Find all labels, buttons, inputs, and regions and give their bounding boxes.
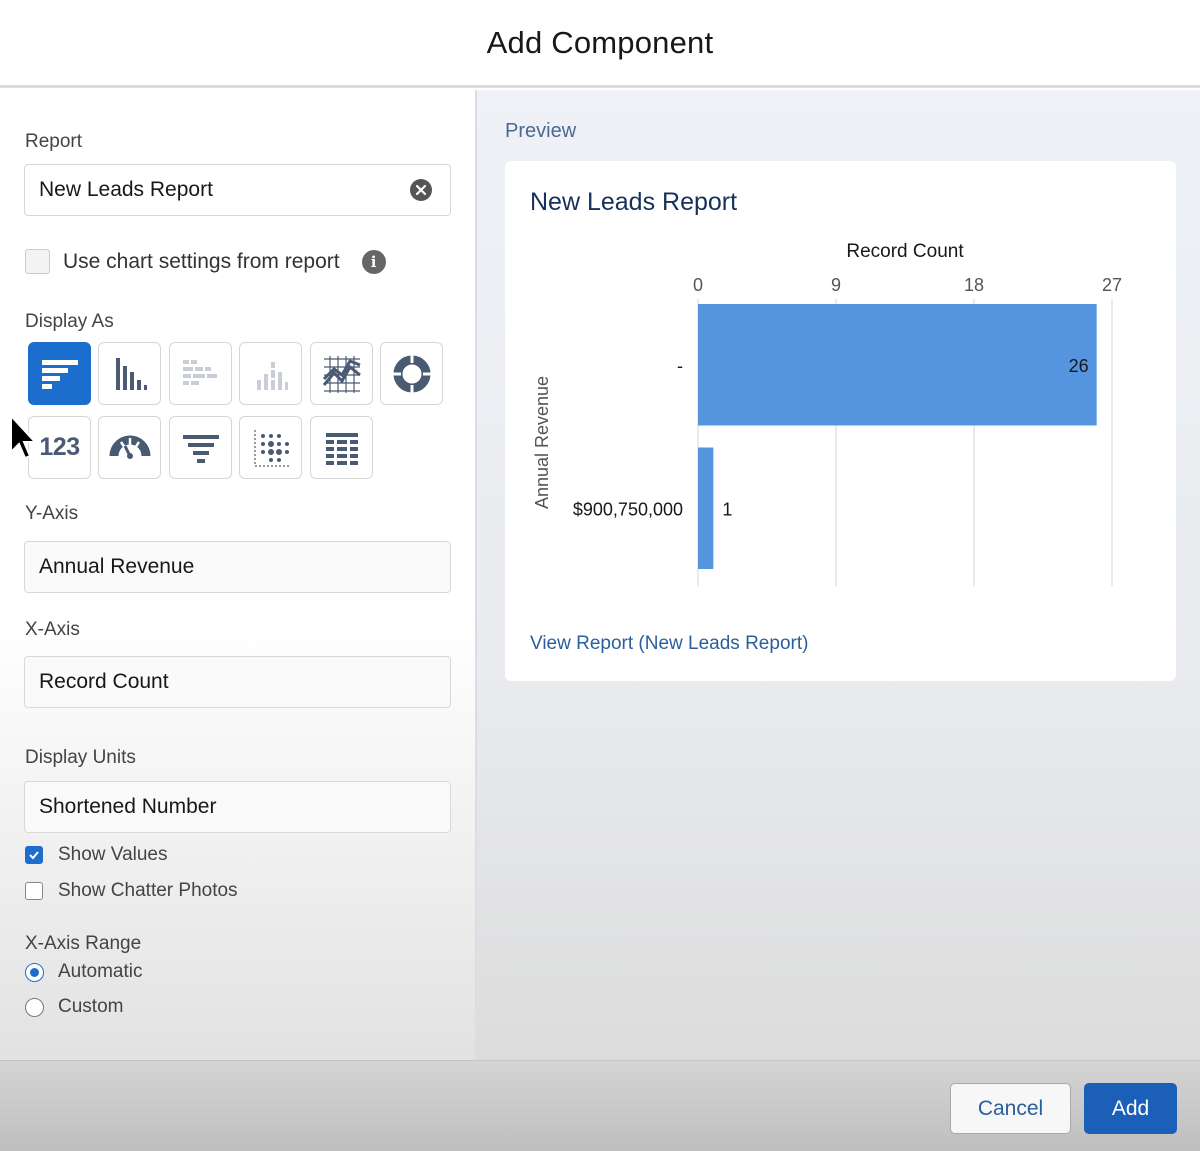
line-chart-button[interactable]: [310, 342, 373, 405]
show-chatter-photos-label: Show Chatter Photos: [58, 880, 238, 901]
info-icon[interactable]: i: [361, 249, 386, 274]
donut-chart-icon: [392, 354, 431, 393]
use-chart-settings-label: Use chart settings from report: [63, 249, 340, 273]
scatter-plot-button[interactable]: [239, 416, 302, 479]
report-label: Report: [25, 131, 83, 152]
range-automatic-row: Automatic: [25, 961, 142, 983]
table-icon: [325, 432, 358, 465]
horizontal-bar-chart-icon: [41, 359, 78, 389]
view-report-link[interactable]: View Report (New Leads Report): [530, 633, 808, 655]
x-tick-label: 9: [831, 275, 841, 295]
x-axis-title: Record Count: [846, 241, 964, 262]
x-axis-value: Record Count: [39, 670, 169, 693]
horizontal-bar-chart-button[interactable]: [28, 342, 91, 405]
use-chart-settings-checkbox[interactable]: [25, 249, 50, 274]
modal-footer: Cancel Add: [0, 1060, 1200, 1151]
range-custom-label: Custom: [58, 996, 124, 1017]
y-axis-label: Y-Axis: [25, 503, 79, 524]
bar: [698, 304, 1097, 426]
modal-header: Add Component: [0, 0, 1200, 88]
chart-title: New Leads Report: [530, 188, 738, 216]
stacked-vertical-bar-button[interactable]: [239, 342, 302, 405]
range-automatic-radio[interactable]: [25, 962, 44, 982]
show-values-checkbox[interactable]: [25, 846, 43, 864]
display-units-value: Shortened Number: [39, 795, 217, 818]
y-axis-title: Annual Revenue: [532, 376, 552, 509]
metric-icon: 123: [39, 433, 80, 461]
gauge-icon: [109, 435, 150, 459]
line-chart-icon: [322, 355, 361, 393]
clear-icon[interactable]: [410, 179, 432, 201]
use-chart-settings-row: Use chart settings from report i: [25, 249, 386, 274]
range-automatic-label: Automatic: [58, 961, 143, 982]
mouse-cursor-icon: [10, 414, 38, 460]
show-chatter-photos-row: Show Chatter Photos: [25, 880, 238, 902]
show-chatter-photos-checkbox[interactable]: [25, 882, 43, 900]
cancel-button[interactable]: Cancel: [950, 1083, 1071, 1134]
preview-panel: Preview New Leads Report Record Count Ann…: [477, 90, 1200, 1060]
vertical-bar-chart-icon: [115, 357, 147, 390]
stacked-vertical-bar-icon: [256, 361, 288, 390]
stacked-horizontal-bar-icon: [182, 359, 217, 385]
preview-card: New Leads Report Record Count Annual Reve…: [505, 161, 1176, 681]
funnel-button[interactable]: [169, 416, 232, 479]
display-as-label: Display As: [25, 311, 114, 332]
show-values-label: Show Values: [58, 844, 168, 865]
data-label: 26: [1069, 356, 1089, 376]
report-field[interactable]: New Leads Report: [24, 164, 451, 216]
funnel-icon: [182, 434, 219, 463]
y-axis-field[interactable]: Annual Revenue: [24, 541, 451, 593]
display-units-label: Display Units: [25, 747, 136, 768]
show-values-row: Show Values: [25, 844, 168, 866]
bar: [698, 447, 714, 569]
report-value: New Leads Report: [39, 178, 213, 201]
range-custom-radio[interactable]: [25, 997, 44, 1017]
x-axis-field[interactable]: Record Count: [24, 656, 451, 708]
display-units-field[interactable]: Shortened Number: [24, 781, 451, 833]
scatter-plot-icon: [253, 429, 291, 467]
bar-chart: Record Count Annual Revenue 0 9 18 27 - 26 $900,…: [532, 241, 1122, 586]
y-axis-value: Annual Revenue: [39, 555, 195, 578]
range-custom-row: Custom: [25, 996, 123, 1018]
x-axis-label: X-Axis: [25, 619, 80, 640]
data-label: 1: [722, 499, 732, 519]
vertical-bar-chart-button[interactable]: [98, 342, 161, 405]
preview-label: Preview: [505, 120, 577, 142]
x-tick-label: 18: [964, 275, 984, 295]
y-category-label: $900,750,000: [573, 499, 683, 519]
add-button[interactable]: Add: [1084, 1083, 1177, 1134]
x-tick-label: 0: [693, 275, 703, 295]
table-button[interactable]: [310, 416, 373, 479]
stacked-horizontal-bar-button[interactable]: [169, 342, 232, 405]
modal-title: Add Component: [486, 24, 714, 60]
donut-chart-button[interactable]: [380, 342, 443, 405]
y-category-label: -: [677, 356, 683, 376]
settings-panel: Report New Leads Report Use chart settin…: [0, 90, 477, 1060]
x-axis-range-label: X-Axis Range: [25, 933, 142, 954]
x-tick-label: 27: [1102, 275, 1122, 295]
gauge-button[interactable]: [98, 416, 161, 479]
